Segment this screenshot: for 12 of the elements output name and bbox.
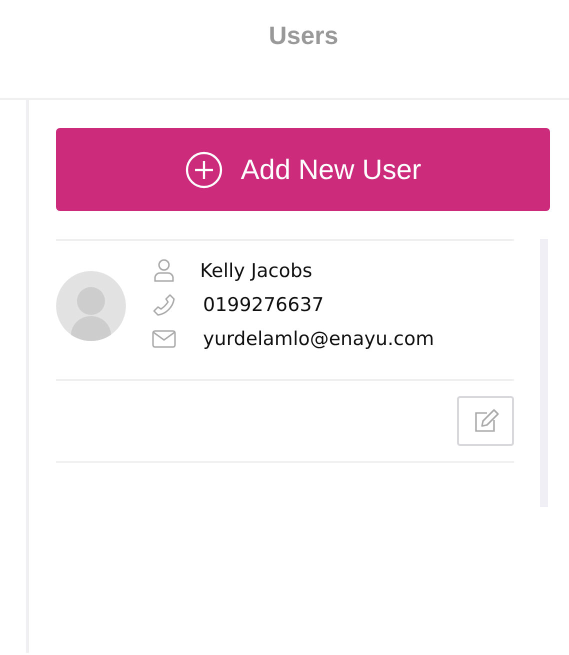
user-detail: Kelly Jacobs (200, 260, 312, 282)
envelope-icon (152, 330, 176, 348)
edit-icon (472, 409, 498, 433)
avatar-icon (56, 271, 126, 341)
plus-circle-icon (184, 150, 223, 188)
phone-icon (152, 292, 176, 316)
user-detail: 0199276637 (203, 294, 324, 316)
person-icon (152, 258, 176, 282)
page-title: Users (268, 22, 338, 52)
add-user-button[interactable]: Add New User (56, 128, 550, 211)
user-detail: yurdelamlo@enayu.com (203, 328, 434, 350)
edit-button[interactable] (457, 396, 514, 446)
